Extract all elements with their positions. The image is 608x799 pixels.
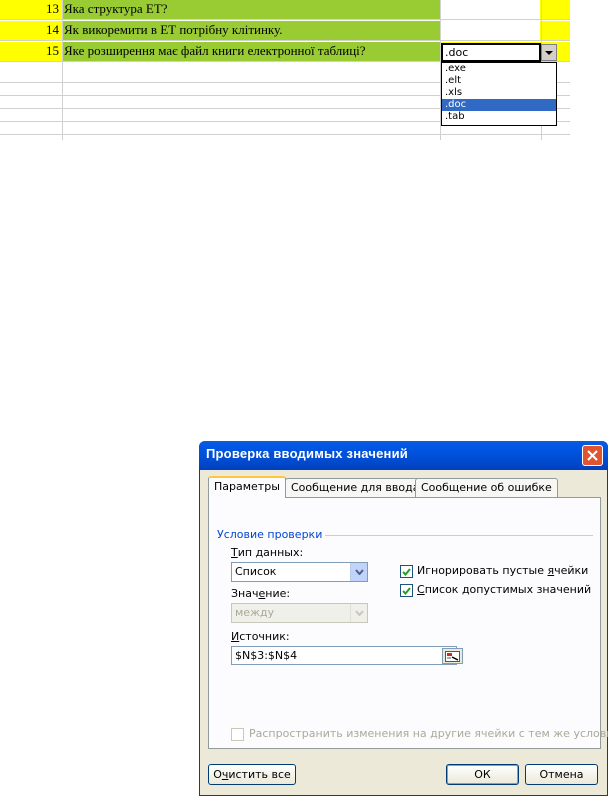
- dropdown-option[interactable]: .tab: [442, 111, 556, 123]
- answer-cell[interactable]: [440, 21, 540, 40]
- tab-error-message[interactable]: Сообщение об ошибке: [415, 478, 558, 497]
- checkmark-icon: [402, 586, 411, 595]
- apply-all-label: Распространить изменения на другие ячейк…: [249, 727, 608, 740]
- spreadsheet-area: 13 Яка структура ЕТ? 14 Як викоремити в …: [0, 0, 570, 140]
- question-cell[interactable]: Яке розширення має файл книги електронно…: [62, 42, 440, 61]
- group-label: Условие проверки: [217, 528, 326, 541]
- chevron-down-icon: [354, 610, 364, 616]
- ok-button[interactable]: ОК: [446, 764, 519, 785]
- value-label: Значение:: [231, 587, 291, 600]
- data-type-label: Тип данных:: [231, 546, 304, 559]
- clear-all-button[interactable]: Очистить все: [208, 764, 296, 785]
- active-cell-value[interactable]: .doc: [441, 43, 541, 62]
- source-label: Источник:: [231, 630, 290, 643]
- dropdown-arrow-button[interactable]: [541, 44, 557, 61]
- dropdown-option[interactable]: .elt: [442, 75, 556, 87]
- dropdown-option-selected[interactable]: .doc: [442, 99, 556, 111]
- tab-parameters[interactable]: Параметры: [208, 476, 286, 498]
- select-value: между: [235, 606, 275, 619]
- dropdown-list[interactable]: .exe .elt .xls .doc .tab: [441, 62, 557, 126]
- chevron-down-icon: [545, 50, 553, 55]
- row-number: 15: [46, 43, 59, 58]
- cancel-button[interactable]: Отмена: [525, 764, 598, 785]
- tab-input-message[interactable]: Сообщение для ввода: [285, 478, 426, 497]
- question-cell[interactable]: Як викоремити в ЕТ потрібну клітинку.: [62, 21, 440, 40]
- select-value: Список: [235, 565, 277, 578]
- in-cell-dropdown-checkbox[interactable]: [400, 584, 413, 597]
- row-number: 13: [46, 1, 59, 16]
- dropdown-option[interactable]: .xls: [442, 87, 556, 99]
- value-select-disabled: между: [231, 603, 368, 623]
- tab-panel: Условие проверки Тип данных: Список Знач…: [208, 497, 608, 749]
- data-validation-dialog: Проверка вводимых значений Параметры Соо…: [199, 441, 608, 796]
- dialog-title: Проверка вводимых значений: [206, 446, 408, 461]
- sheet-row-14[interactable]: 14 Як викоремити в ЕТ потрібну клітинку.: [0, 21, 570, 41]
- chevron-down-icon: [354, 569, 364, 575]
- in-cell-dropdown-label[interactable]: Список допустимых значений: [417, 583, 591, 596]
- select-dropdown-button: [350, 604, 367, 622]
- close-button[interactable]: [582, 445, 603, 466]
- select-dropdown-button[interactable]: [350, 563, 367, 581]
- ignore-blank-label[interactable]: Игнорировать пустые ячейки: [417, 564, 588, 577]
- question-cell[interactable]: Яка структура ЕТ?: [62, 0, 440, 19]
- dialog-titlebar[interactable]: Проверка вводимых значений: [199, 441, 608, 470]
- column-divider: [62, 0, 63, 140]
- data-type-select[interactable]: Список: [231, 562, 368, 582]
- close-icon: [587, 450, 598, 461]
- source-input[interactable]: $N$3:$N$4: [231, 646, 457, 665]
- group-divider: [317, 535, 593, 536]
- sheet-row-13[interactable]: 13 Яка структура ЕТ?: [0, 0, 570, 20]
- collapse-dialog-button[interactable]: [442, 648, 463, 664]
- apply-all-checkbox: [231, 728, 244, 741]
- dropdown-option[interactable]: .exe: [442, 63, 556, 75]
- checkmark-icon: [402, 567, 411, 576]
- row-number: 14: [46, 22, 59, 37]
- answer-cell[interactable]: [440, 0, 540, 19]
- ignore-blank-checkbox[interactable]: [400, 565, 413, 578]
- range-select-icon: [445, 650, 460, 662]
